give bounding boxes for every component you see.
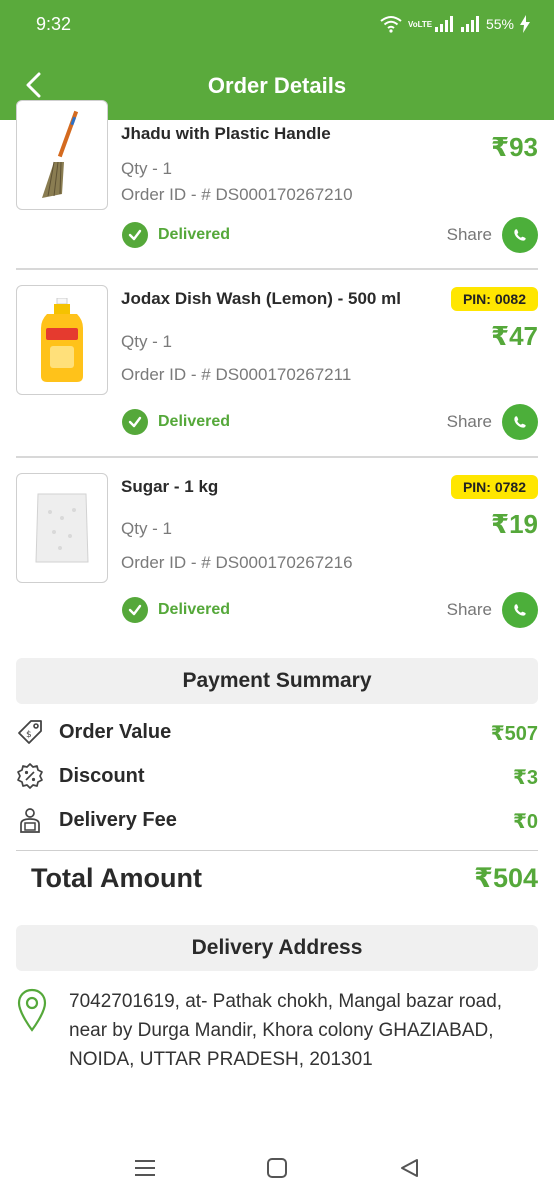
product-price: ₹93 (490, 132, 538, 162)
total-divider (16, 850, 538, 851)
product-name: Jhadu with Plastic Handle (121, 124, 331, 143)
whatsapp-icon[interactable] (502, 404, 538, 440)
dishwash-bottle-image (41, 298, 83, 382)
svg-text:$: $ (26, 730, 32, 740)
share-label: Share (446, 225, 492, 244)
product-image-dishwash[interactable] (16, 285, 108, 395)
delivery-address-text: 7042701619, at- Pathak chokh, Mangal baz… (69, 987, 553, 1074)
volte-label: VoLTE (407, 19, 433, 29)
recent-apps-button[interactable] (131, 1154, 159, 1182)
pin-badge: PIN: 0082 (450, 287, 538, 311)
order-item: Jhadu with Plastic Handle ₹93 Qty - 1 Or… (0, 100, 554, 270)
order-value-label: Order Value (59, 721, 172, 743)
product-name: Jodax Dish Wash (Lemon) - 500 ml (121, 289, 401, 308)
product-qty: Qty - 1 (121, 519, 173, 538)
check-circle-icon (122, 409, 148, 435)
check-circle-icon (122, 597, 148, 623)
delivery-fee-row: Delivery Fee ₹0 (16, 804, 538, 838)
share-label: Share (446, 412, 492, 431)
whatsapp-icon[interactable] (502, 217, 538, 253)
delivery-status: Delivered (122, 222, 230, 248)
whatsapp-icon[interactable] (502, 592, 538, 628)
check-circle-icon (122, 222, 148, 248)
discount-label: Discount (59, 765, 145, 787)
signal-icon-1 (434, 16, 453, 32)
status-label: Delivered (158, 413, 231, 430)
wifi-icon (380, 16, 402, 33)
system-nav-bar (0, 1140, 554, 1200)
order-id: Order ID - # DS000170267211 (121, 365, 352, 384)
status-time: 9:32 (36, 14, 72, 34)
discount-amount: ₹3 (512, 767, 538, 789)
share-button[interactable]: Share (447, 404, 538, 440)
status-label: Delivered (158, 601, 231, 618)
status-label: Delivered (158, 226, 231, 243)
product-image-sugar[interactable] (16, 473, 108, 583)
back-triangle-icon (401, 1159, 418, 1177)
product-name: Sugar - 1 kg (121, 477, 219, 496)
address-line-1: 7042701619, at- Pathak chokh, Mangal baz… (69, 991, 503, 1012)
battery-charging-icon (520, 15, 530, 33)
battery-percent: 55% (485, 16, 514, 32)
delivery-address-header: Delivery Address (16, 925, 538, 971)
order-id: Order ID - # DS000170267210 (121, 185, 353, 204)
order-id: Order ID - # DS000170267216 (121, 553, 353, 572)
order-item: Sugar - 1 kg PIN: 0782 ₹19 Qty - 1 Order… (0, 473, 554, 643)
order-value-amount: ₹507 (490, 723, 538, 745)
total-amount-label: Total Amount (31, 863, 202, 893)
sugar-bag-image (35, 493, 89, 563)
share-button[interactable]: Share (447, 217, 538, 253)
price-tag-icon: $ (18, 720, 42, 744)
menu-icon (135, 1160, 155, 1176)
product-price: ₹19 (490, 509, 538, 539)
share-label: Share (446, 600, 492, 619)
item-divider (16, 268, 538, 270)
status-icons: VoLTE 55% (380, 12, 530, 36)
location-pin-icon (17, 988, 47, 1032)
order-item: Jodax Dish Wash (Lemon) - 500 ml PIN: 00… (0, 285, 554, 455)
pin-badge: PIN: 0782 (450, 475, 538, 499)
product-price: ₹47 (490, 321, 538, 351)
home-square-icon (267, 1158, 287, 1178)
address-line-3: NOIDA, UTTAR PRADESH, 201301 (69, 1049, 373, 1070)
total-amount-value: ₹504 (474, 863, 538, 893)
delivery-status: Delivered (122, 597, 230, 623)
address-line-2: near by Durga Mandir, Khora colony GHAZI… (69, 1020, 494, 1041)
product-qty: Qty - 1 (121, 332, 173, 351)
order-value-row: $ Order Value ₹507 (16, 716, 538, 750)
signal-icon-2 (460, 16, 479, 32)
home-button[interactable] (263, 1154, 291, 1182)
delivery-person-icon (20, 808, 40, 833)
discount-row: Discount ₹3 (16, 760, 538, 794)
system-back-button[interactable] (395, 1154, 423, 1182)
item-divider (16, 456, 538, 458)
delivery-fee-amount: ₹0 (512, 811, 538, 833)
delivery-status: Delivered (122, 409, 230, 435)
payment-summary-header: Payment Summary (16, 658, 538, 704)
broom-image (42, 110, 79, 198)
page-title: Order Details (207, 73, 347, 98)
discount-icon (17, 763, 43, 789)
delivery-fee-label: Delivery Fee (59, 809, 177, 831)
share-button[interactable]: Share (447, 592, 538, 628)
status-bar: 9:32 VoLTE 55% (0, 0, 554, 48)
product-image-broom[interactable] (16, 100, 108, 210)
product-qty: Qty - 1 (121, 159, 173, 178)
